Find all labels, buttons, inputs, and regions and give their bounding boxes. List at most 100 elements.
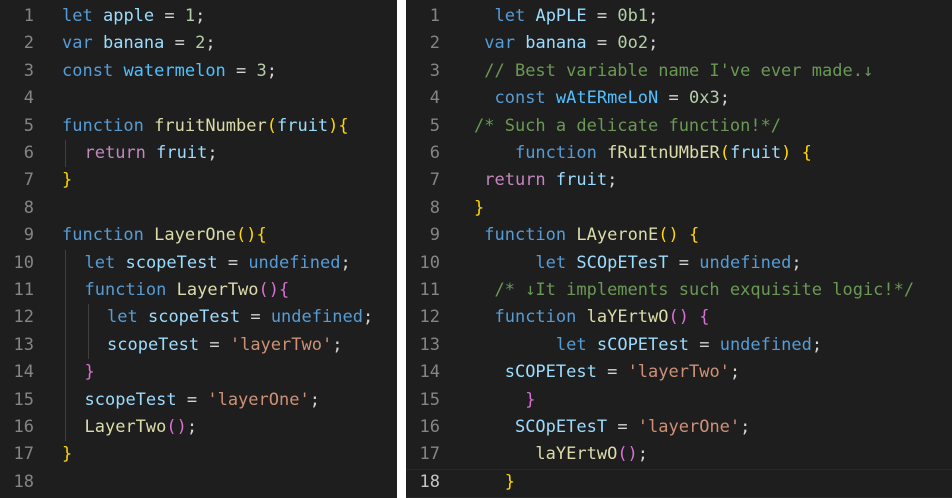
code-token: const: [494, 88, 546, 109]
code-token: ;: [332, 334, 343, 355]
code-line[interactable]: 13 let sCOPETest = undefined;: [406, 332, 952, 359]
code-line[interactable]: 16 LayerTwo();: [0, 414, 397, 442]
code-text: SCOpETesT = 'layerOne';: [474, 414, 750, 441]
code-text: return fruit;: [474, 167, 617, 194]
code-token: 0x3: [689, 88, 720, 109]
code-line[interactable]: 14}: [0, 359, 397, 387]
code-token: =: [586, 6, 618, 26]
code-token: const: [62, 60, 114, 81]
code-line[interactable]: 17}: [0, 441, 397, 468]
code-line[interactable]: 15 scopeTest = 'layerOne';: [0, 386, 397, 414]
code-line[interactable]: 7 return fruit;: [406, 167, 952, 194]
code-token: (): [617, 444, 638, 465]
code-token: ): [328, 115, 339, 136]
code-text: scopeTest = 'layerTwo';: [107, 332, 342, 359]
code-line[interactable]: 15 }: [406, 387, 952, 414]
code-token: undefined: [699, 252, 792, 273]
code-text: // Best variable name I've ever made.↓: [474, 58, 873, 85]
code-token: fruitNumber: [154, 115, 267, 136]
code-line[interactable]: 6 return fruit;: [0, 140, 397, 168]
code-token: (): [658, 225, 679, 246]
line-number: 11: [419, 280, 440, 300]
code-line[interactable]: 3 // Best variable name I've ever made.↓: [406, 58, 952, 85]
code-line[interactable]: 12 function laYErtwO() {: [406, 304, 952, 331]
code-line[interactable]: 18: [0, 469, 397, 496]
code-token: {: [689, 225, 700, 246]
code-line[interactable]: 5 /* Such a delicate function!*/: [406, 113, 952, 140]
code-token: return: [484, 170, 546, 191]
line-number: 15: [13, 389, 34, 410]
code-line[interactable]: 2 var banana = 0o2;: [406, 30, 952, 57]
code-token: let: [555, 334, 587, 355]
code-line[interactable]: 11 function LayerTwo(){: [0, 277, 397, 305]
code-token: let: [535, 252, 567, 273]
code-token: =: [688, 334, 720, 355]
code-line[interactable]: 1 let apple = 1;: [0, 3, 397, 30]
code-line[interactable]: 17 laYErtwO();: [406, 441, 952, 468]
code-line[interactable]: 14 sCOPETest = 'layerTwo';: [406, 359, 952, 386]
code-line[interactable]: 12 let scopeTest = undefined;: [0, 304, 397, 332]
code-line[interactable]: 4: [0, 85, 397, 112]
code-token: watermelon: [123, 60, 226, 81]
code-token: (): [258, 280, 280, 300]
code-line[interactable]: 8}: [406, 195, 952, 222]
code-text: /* Such a delicate function!*/: [474, 113, 781, 140]
right-editor-pane[interactable]: 1 let ApPLE = 0b1; 2 var banana = 0o2; 3 /…: [406, 0, 952, 498]
code-line[interactable]: 2 var banana = 2;: [0, 30, 397, 57]
code-token: {: [279, 280, 290, 300]
indent-guide: [65, 277, 66, 305]
code-token: }: [62, 170, 73, 191]
code-text: function laYErtwO() {: [474, 304, 709, 331]
code-line[interactable]: 10 let scopeTest = undefined;: [0, 249, 397, 277]
code-line[interactable]: 4 const wAtERmeLoN = 0x3;: [406, 85, 952, 112]
code-text: var banana = 2;: [62, 30, 216, 57]
code-line[interactable]: 6 function fRuItnUMbER(fruit) {: [406, 140, 952, 167]
code-line[interactable]: 18 }: [406, 468, 952, 498]
line-number: 9: [429, 225, 440, 246]
code-line[interactable]: 13 scopeTest = 'layerTwo';: [0, 331, 397, 360]
code-line[interactable]: 5 function fruitNumber(fruit){: [0, 113, 397, 140]
code-text: function fRuItnUMbER(fruit) {: [474, 140, 812, 167]
code-text: let ApPLE = 0b1;: [474, 3, 658, 30]
left-editor-pane[interactable]: 1 let apple = 1; 2 var banana = 2; 3 const wa…: [0, 0, 397, 498]
code-line[interactable]: 10 let SCOpETesT = undefined;: [406, 250, 952, 277]
code-token: laYErtwO: [586, 307, 669, 328]
code-token: =: [154, 6, 185, 26]
code-line[interactable]: 16 SCOpETesT = 'layerOne';: [406, 414, 952, 441]
code-token: var: [484, 33, 515, 54]
code-token: scopeTest: [125, 252, 218, 273]
code-token: ;: [740, 417, 751, 437]
code-line[interactable]: 9 function LayerOne(){: [0, 222, 397, 249]
indent-guide: [65, 386, 66, 414]
code-token: =: [607, 417, 638, 437]
code-line[interactable]: 9 function LAyeronE() {: [406, 222, 952, 249]
code-token: {: [338, 115, 349, 136]
code-token: ;: [266, 60, 278, 81]
line-number: 14: [13, 362, 34, 383]
code-token: }: [474, 197, 485, 218]
code-token: let: [62, 6, 93, 26]
indent-guide: [65, 359, 66, 387]
code-token: ;: [309, 389, 320, 410]
code-token: ;: [207, 143, 218, 163]
code-line[interactable]: 11 /* ↓It implements such exquisite logi…: [406, 277, 952, 304]
code-line[interactable]: 7}: [0, 167, 397, 194]
code-line[interactable]: 8: [0, 195, 397, 222]
code-token: let: [494, 6, 526, 26]
code-line[interactable]: 3 const watermelon = 3;: [0, 58, 397, 85]
code-line[interactable]: 1 let ApPLE = 0b1;: [406, 3, 952, 30]
code-token: laYErtwO: [535, 444, 618, 465]
code-token: LayerTwo: [176, 280, 259, 300]
line-number: 1: [23, 6, 34, 26]
indent-guide: [65, 331, 66, 360]
